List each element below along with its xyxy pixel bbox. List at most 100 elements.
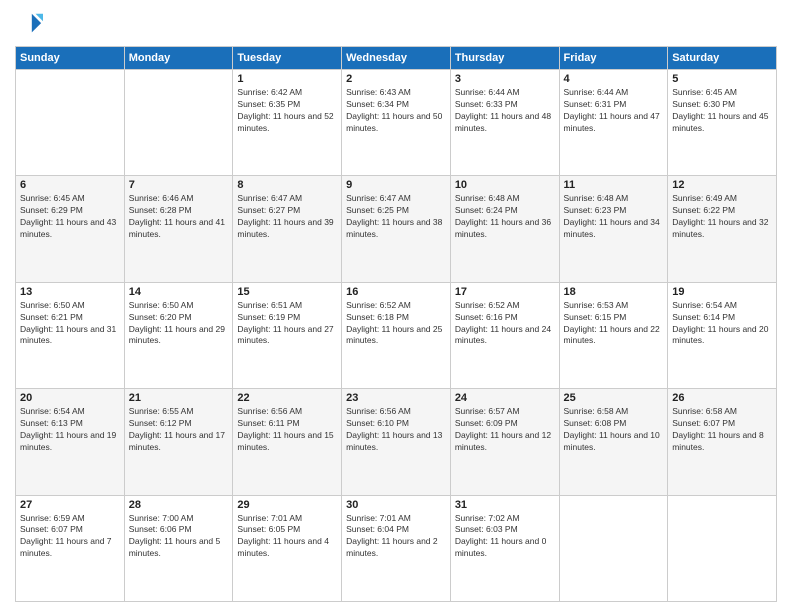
calendar-cell: 13 Sunrise: 6:50 AMSunset: 6:21 PMDayligh… — [16, 282, 125, 388]
calendar-cell — [668, 495, 777, 601]
week-row-4: 27 Sunrise: 6:59 AMSunset: 6:07 PMDayligh… — [16, 495, 777, 601]
calendar-cell: 4 Sunrise: 6:44 AMSunset: 6:31 PMDaylight… — [559, 70, 668, 176]
day-info: Sunrise: 6:44 AMSunset: 6:33 PMDaylight:… — [455, 87, 555, 135]
day-number: 20 — [20, 392, 120, 404]
weekday-header-monday: Monday — [124, 47, 233, 70]
calendar-cell: 21Sunrise: 6:55 AMSunset: 6:12 PMDayligh… — [124, 389, 233, 495]
week-row-0: 1 Sunrise: 6:42 AMSunset: 6:35 PMDaylight… — [16, 70, 777, 176]
calendar-cell: 17Sunrise: 6:52 AMSunset: 6:16 PMDayligh… — [450, 282, 559, 388]
calendar-cell: 26 Sunrise: 6:58 AMSunset: 6:07 PMDayligh… — [668, 389, 777, 495]
weekday-header-sunday: Sunday — [16, 47, 125, 70]
day-number: 22 — [237, 392, 337, 404]
calendar-cell: 15 Sunrise: 6:51 AMSunset: 6:19 PMDayligh… — [233, 282, 342, 388]
day-info: Sunrise: 6:57 AMSunset: 6:09 PMDaylight:… — [455, 406, 555, 454]
week-row-2: 13 Sunrise: 6:50 AMSunset: 6:21 PMDayligh… — [16, 282, 777, 388]
calendar-cell: 20 Sunrise: 6:54 AMSunset: 6:13 PMDayligh… — [16, 389, 125, 495]
calendar-cell: 19 Sunrise: 6:54 AMSunset: 6:14 PMDayligh… — [668, 282, 777, 388]
header — [15, 10, 777, 38]
day-info: Sunrise: 7:02 AMSunset: 6:03 PMDaylight:… — [455, 513, 555, 561]
weekday-header-row: SundayMondayTuesdayWednesdayThursdayFrid… — [16, 47, 777, 70]
day-number: 7 — [129, 179, 229, 191]
calendar-cell: 9 Sunrise: 6:47 AMSunset: 6:25 PMDaylight… — [342, 176, 451, 282]
day-info: Sunrise: 6:45 AMSunset: 6:30 PMDaylight:… — [672, 87, 772, 135]
day-number: 24 — [455, 392, 555, 404]
calendar-cell — [559, 495, 668, 601]
day-info: Sunrise: 7:00 AMSunset: 6:06 PMDaylight:… — [129, 513, 229, 561]
calendar-cell: 8 Sunrise: 6:47 AMSunset: 6:27 PMDaylight… — [233, 176, 342, 282]
day-info: Sunrise: 6:50 AMSunset: 6:21 PMDaylight:… — [20, 300, 120, 348]
weekday-header-wednesday: Wednesday — [342, 47, 451, 70]
day-info: Sunrise: 6:54 AMSunset: 6:13 PMDaylight:… — [20, 406, 120, 454]
day-info: Sunrise: 6:52 AMSunset: 6:18 PMDaylight:… — [346, 300, 446, 348]
day-info: Sunrise: 6:48 AMSunset: 6:24 PMDaylight:… — [455, 193, 555, 241]
day-number: 13 — [20, 286, 120, 298]
calendar-cell: 22Sunrise: 6:56 AMSunset: 6:11 PMDayligh… — [233, 389, 342, 495]
day-number: 21 — [129, 392, 229, 404]
day-info: Sunrise: 6:58 AMSunset: 6:07 PMDaylight:… — [672, 406, 772, 454]
week-row-3: 20 Sunrise: 6:54 AMSunset: 6:13 PMDayligh… — [16, 389, 777, 495]
calendar-cell: 16 Sunrise: 6:52 AMSunset: 6:18 PMDayligh… — [342, 282, 451, 388]
day-info: Sunrise: 6:47 AMSunset: 6:25 PMDaylight:… — [346, 193, 446, 241]
day-info: Sunrise: 6:49 AMSunset: 6:22 PMDaylight:… — [672, 193, 772, 241]
day-number: 10 — [455, 179, 555, 191]
day-info: Sunrise: 6:43 AMSunset: 6:34 PMDaylight:… — [346, 87, 446, 135]
day-number: 29 — [237, 499, 337, 511]
day-number: 31 — [455, 499, 555, 511]
day-number: 9 — [346, 179, 446, 191]
day-info: Sunrise: 6:53 AMSunset: 6:15 PMDaylight:… — [564, 300, 664, 348]
calendar-cell: 29Sunrise: 7:01 AMSunset: 6:05 PMDayligh… — [233, 495, 342, 601]
day-number: 12 — [672, 179, 772, 191]
logo-icon — [15, 10, 43, 38]
week-row-1: 6 Sunrise: 6:45 AMSunset: 6:29 PMDaylight… — [16, 176, 777, 282]
day-number: 1 — [237, 73, 337, 85]
calendar-page: SundayMondayTuesdayWednesdayThursdayFrid… — [0, 0, 792, 612]
day-number: 23 — [346, 392, 446, 404]
calendar-cell: 11 Sunrise: 6:48 AMSunset: 6:23 PMDayligh… — [559, 176, 668, 282]
logo — [15, 10, 47, 38]
weekday-header-tuesday: Tuesday — [233, 47, 342, 70]
calendar-cell: 12 Sunrise: 6:49 AMSunset: 6:22 PMDayligh… — [668, 176, 777, 282]
day-info: Sunrise: 6:58 AMSunset: 6:08 PMDaylight:… — [564, 406, 664, 454]
day-number: 2 — [346, 73, 446, 85]
day-info: Sunrise: 6:51 AMSunset: 6:19 PMDaylight:… — [237, 300, 337, 348]
day-number: 14 — [129, 286, 229, 298]
day-info: Sunrise: 6:44 AMSunset: 6:31 PMDaylight:… — [564, 87, 664, 135]
day-number: 19 — [672, 286, 772, 298]
day-info: Sunrise: 6:59 AMSunset: 6:07 PMDaylight:… — [20, 513, 120, 561]
calendar-cell: 27 Sunrise: 6:59 AMSunset: 6:07 PMDayligh… — [16, 495, 125, 601]
calendar-cell: 2 Sunrise: 6:43 AMSunset: 6:34 PMDaylight… — [342, 70, 451, 176]
day-info: Sunrise: 6:50 AMSunset: 6:20 PMDaylight:… — [129, 300, 229, 348]
day-number: 3 — [455, 73, 555, 85]
calendar-cell: 3 Sunrise: 6:44 AMSunset: 6:33 PMDaylight… — [450, 70, 559, 176]
day-number: 17 — [455, 286, 555, 298]
day-info: Sunrise: 6:47 AMSunset: 6:27 PMDaylight:… — [237, 193, 337, 241]
day-info: Sunrise: 6:46 AMSunset: 6:28 PMDaylight:… — [129, 193, 229, 241]
calendar-cell: 30Sunrise: 7:01 AMSunset: 6:04 PMDayligh… — [342, 495, 451, 601]
calendar-cell: 7 Sunrise: 6:46 AMSunset: 6:28 PMDaylight… — [124, 176, 233, 282]
calendar-table: SundayMondayTuesdayWednesdayThursdayFrid… — [15, 46, 777, 602]
calendar-cell — [16, 70, 125, 176]
day-number: 11 — [564, 179, 664, 191]
day-number: 26 — [672, 392, 772, 404]
calendar-cell: 23 Sunrise: 6:56 AMSunset: 6:10 PMDayligh… — [342, 389, 451, 495]
day-number: 16 — [346, 286, 446, 298]
day-number: 15 — [237, 286, 337, 298]
day-number: 6 — [20, 179, 120, 191]
day-number: 27 — [20, 499, 120, 511]
day-number: 4 — [564, 73, 664, 85]
calendar-cell — [124, 70, 233, 176]
calendar-cell: 1 Sunrise: 6:42 AMSunset: 6:35 PMDaylight… — [233, 70, 342, 176]
day-number: 25 — [564, 392, 664, 404]
calendar-cell: 31 Sunrise: 7:02 AMSunset: 6:03 PMDayligh… — [450, 495, 559, 601]
day-info: Sunrise: 6:45 AMSunset: 6:29 PMDaylight:… — [20, 193, 120, 241]
calendar-cell: 25 Sunrise: 6:58 AMSunset: 6:08 PMDayligh… — [559, 389, 668, 495]
day-number: 30 — [346, 499, 446, 511]
calendar-cell: 28Sunrise: 7:00 AMSunset: 6:06 PMDayligh… — [124, 495, 233, 601]
day-info: Sunrise: 6:48 AMSunset: 6:23 PMDaylight:… — [564, 193, 664, 241]
weekday-header-saturday: Saturday — [668, 47, 777, 70]
day-info: Sunrise: 6:54 AMSunset: 6:14 PMDaylight:… — [672, 300, 772, 348]
day-info: Sunrise: 6:42 AMSunset: 6:35 PMDaylight:… — [237, 87, 337, 135]
day-info: Sunrise: 6:56 AMSunset: 6:10 PMDaylight:… — [346, 406, 446, 454]
day-number: 8 — [237, 179, 337, 191]
day-number: 18 — [564, 286, 664, 298]
